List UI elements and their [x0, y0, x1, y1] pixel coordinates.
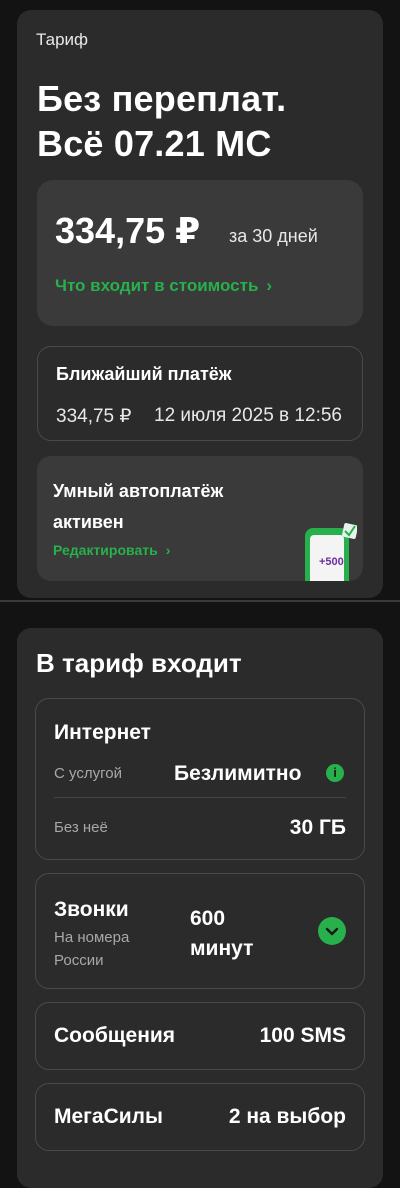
internet-without-value: 30 ГБ	[289, 816, 346, 839]
calls-title: Звонки	[54, 898, 129, 921]
megasily-value: 2 на выбор	[228, 1105, 346, 1128]
calls-value: 600 минут	[190, 907, 254, 960]
sms-value: 100 SMS	[259, 1024, 346, 1047]
info-icon[interactable]: i	[326, 764, 344, 782]
internet-with-service-value: Безлимитно	[174, 762, 302, 785]
megasily-title: МегаСилы	[54, 1105, 163, 1128]
phone-promo-icon	[305, 523, 357, 581]
autopay-edit-label: Редактировать	[53, 542, 158, 558]
included-title: В тариф входит	[36, 648, 242, 678]
chevron-right-icon: ›	[266, 276, 273, 295]
internet-box: Интернет С услугой Безлимитно i Без неё …	[35, 698, 365, 860]
tariff-name-line2: Всё 07.21 МС	[37, 123, 272, 164]
sms-title: Сообщения	[54, 1024, 176, 1047]
price-details-link[interactable]: Что входит в стоимость ›	[55, 276, 272, 296]
next-payment-title: Ближайший платёж	[56, 364, 232, 384]
internet-without-label: Без неё	[54, 819, 108, 836]
promo-badge: +500	[319, 556, 344, 568]
calls-subtitle: На номера России	[54, 929, 130, 969]
internet-with-service-label: С услугой	[54, 765, 122, 782]
next-payment-date: 12 июля 2025 в 12:56	[154, 405, 342, 426]
section-divider	[0, 600, 400, 602]
tariff-name: Без переплат. Всё 07.21 МС	[37, 76, 286, 166]
autopay-edit-link[interactable]: Редактировать ›	[53, 542, 170, 558]
next-payment-box[interactable]: Ближайший платёж 334,75 ₽ 12 июля 2025 в…	[37, 346, 363, 441]
calls-box[interactable]: Звонки На номера России 600 минут	[35, 873, 365, 989]
sms-box: Сообщения 100 SMS	[35, 1002, 365, 1070]
price-details-link-label: Что входит в стоимость	[55, 276, 259, 295]
internet-separator	[54, 797, 346, 798]
tariff-name-line1: Без переплат.	[37, 78, 287, 119]
next-payment-amount: 334,75 ₽	[56, 406, 132, 427]
chevron-right-icon: ›	[165, 542, 171, 558]
autopay-box[interactable]: Умный автоплатёж активен Редактировать › …	[37, 456, 363, 581]
tariff-period: за 30 дней	[229, 226, 318, 246]
included-card: В тариф входит Интернет С услугой Безлим…	[17, 628, 383, 1188]
internet-title: Интернет	[54, 721, 151, 744]
tariff-label: Тариф	[36, 30, 89, 49]
tariff-price: 334,75 ₽	[55, 210, 201, 251]
price-box: 334,75 ₽ за 30 дней Что входит в стоимос…	[37, 180, 363, 326]
autopay-title: Умный автоплатёж активен	[53, 481, 224, 532]
megasily-box[interactable]: МегаСилы 2 на выбор	[35, 1083, 365, 1151]
chevron-down-icon[interactable]	[318, 917, 346, 945]
tariff-card: Тариф Без переплат. Всё 07.21 МС 334,75 …	[17, 10, 383, 598]
